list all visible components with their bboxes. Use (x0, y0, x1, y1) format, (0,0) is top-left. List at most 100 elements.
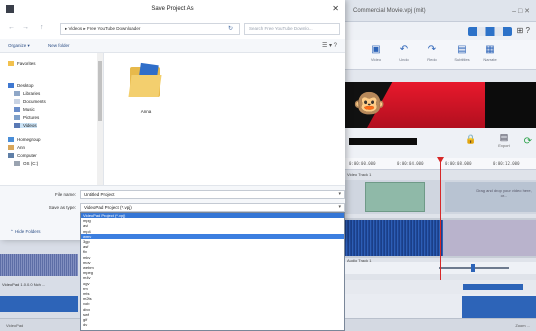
video-track-label: Video Track 1 (347, 172, 372, 177)
lock-icon[interactable]: 🔒 (465, 134, 476, 145)
save-type-select[interactable]: VideoPad Project (*.vpj) ▾ (80, 203, 345, 212)
file-name-label: File name: (54, 192, 76, 197)
dropdown-option[interactable]: dv (81, 322, 344, 327)
toolbar-button-label: Redo (427, 57, 437, 62)
tree-item-label: Homegroup (17, 137, 41, 142)
audio-track-empty-area[interactable] (443, 220, 536, 256)
playback-controls: 🔒 ▤ Export ⟳ (345, 128, 536, 158)
hide-folders-button[interactable]: ⌃ Hide Folders (10, 229, 41, 235)
toolbar-button-redo[interactable]: ↷ Redo (421, 43, 443, 67)
ruler-tick-label: 0:00:04.000 (397, 161, 424, 166)
save-type-value: VideoPad Project (*.vpj) (84, 205, 132, 210)
tree-item-label: Videos (23, 123, 37, 128)
refresh-icon[interactable]: ↻ (228, 25, 233, 32)
timeline-bottom-bar (462, 296, 536, 318)
refresh-icon[interactable]: ⟳ (524, 136, 532, 147)
chevron-down-icon[interactable]: ▾ (338, 191, 341, 197)
toolbar-button-video[interactable]: ▣ Video (365, 43, 387, 67)
drop-hint: Drag and drop your video here, or... (476, 188, 532, 198)
dialog-title: Save Project As (151, 6, 194, 12)
video-icon: ▣ (371, 44, 381, 55)
doc-folder-icon (14, 99, 20, 105)
tree-item[interactable]: Pictures (14, 115, 40, 121)
forward-arrow-icon[interactable]: → (22, 24, 29, 31)
new-folder-button[interactable]: New folder (48, 43, 70, 48)
ruler-tick-label: 0:00:12.000 (493, 161, 520, 166)
tree-item-label: Favorites (17, 61, 36, 66)
toolbar-button-subtitles[interactable]: ▤ Subtitles (451, 43, 473, 67)
tree-item-label: Computer (17, 153, 37, 158)
subtitles-icon: ▤ (457, 44, 467, 55)
preview-scrub-bar[interactable] (349, 138, 417, 145)
tree-item[interactable]: Homegroup (8, 137, 41, 143)
tree-item[interactable]: Desktop (8, 83, 34, 89)
star-folder-icon (8, 61, 14, 67)
editor-toolbar: ▣ Video ↶ Undo ↷ Redo ▤ Subtitles ▦ Narrate (345, 40, 536, 70)
video-clip[interactable] (365, 182, 425, 212)
file-list: Anna (104, 53, 345, 185)
search-input[interactable]: Search Free YouTube Downlo... (244, 23, 340, 35)
audio-waveform-clip[interactable] (345, 220, 443, 256)
tree-item[interactable]: Computer (8, 153, 37, 159)
toolbar-button-narrate[interactable]: ▦ Narrate (479, 43, 501, 67)
monkey-mascot-icon: 🐵 (353, 88, 386, 118)
disk-folder-icon (14, 161, 20, 167)
narrate-icon: ▦ (485, 44, 495, 55)
pic-folder-icon (14, 115, 20, 121)
tree-item[interactable]: Videos (14, 123, 37, 129)
editor-logo (468, 27, 512, 36)
toolbar-button-label: Video (370, 57, 382, 62)
tree-item[interactable]: Documents (14, 99, 46, 105)
up-arrow-icon[interactable]: ↑ (40, 24, 44, 31)
window-controls[interactable]: – □ ✕ (512, 7, 530, 15)
tree-item-label: Ann (17, 145, 26, 150)
status-text: VideoPad (6, 323, 24, 328)
organize-button[interactable]: Organize ▾ (8, 43, 30, 49)
address-bar[interactable]: ▸ Videos ▸ Free YouTube Downloader (60, 23, 240, 35)
tree-item-label: Pictures (23, 115, 40, 120)
tree-item-label: OS (C:) (23, 161, 39, 166)
file-name-field[interactable]: Untitled Project ▾ (80, 190, 345, 199)
timeline-scroll-thumb[interactable] (463, 284, 523, 290)
tree-item[interactable]: OS (C:) (14, 161, 39, 167)
export-button[interactable]: ▤ Export (493, 132, 515, 154)
menu-icons[interactable]: ⊞ ? (517, 26, 530, 35)
tree-item[interactable]: Ann (8, 145, 26, 151)
timeline: Video Track 1 Drag and drop your video h… (345, 157, 536, 280)
ruler-tick-label: 0:00:00.000 (349, 161, 376, 166)
bin-blue-bar (0, 296, 78, 312)
timeline-scrollbar[interactable] (345, 280, 536, 294)
preview-header (345, 70, 536, 82)
user-folder-icon (8, 145, 14, 151)
tree-item-label: Desktop (17, 83, 34, 88)
navigation-pane-scroll-thumb[interactable] (98, 61, 102, 121)
redo-icon: ↷ (427, 44, 437, 55)
tree-item-label: Libraries (23, 91, 41, 96)
zoom-slider-knob[interactable] (471, 264, 475, 272)
comp-folder-icon (8, 153, 14, 159)
toolbar-button-label: Undo (399, 57, 409, 62)
playhead[interactable] (440, 158, 441, 280)
bin-audio-waveform (0, 254, 78, 276)
lib-folder-icon (14, 91, 20, 97)
dialog-navigation-bar: ← → ↑ ▸ Videos ▸ Free YouTube Downloader… (0, 19, 345, 39)
chevron-down-icon[interactable]: ▾ (338, 204, 341, 210)
toolbar-button-undo[interactable]: ↶ Undo (393, 43, 415, 67)
navigation-pane-scrollbar[interactable] (97, 53, 103, 185)
tree-item[interactable]: Libraries (14, 91, 41, 97)
vid-folder-icon (14, 123, 20, 129)
save-project-dialog: Save Project As ✕ ← → ↑ ▸ Videos ▸ Free … (0, 0, 345, 240)
close-icon[interactable]: ✕ (332, 4, 339, 13)
tree-item[interactable]: Music (14, 107, 35, 113)
navigation-pane: Favorites Desktop Libraries Documents Music P… (0, 53, 104, 185)
mus-folder-icon (14, 107, 20, 113)
export-label: Export (498, 143, 510, 148)
back-arrow-icon[interactable]: ← (8, 24, 15, 31)
toolbar-button-label: Subtitles (454, 57, 470, 62)
tree-item-label: Documents (23, 99, 46, 104)
view-options-icon[interactable]: ☰ ▾ ? (322, 42, 337, 49)
desk-folder-icon (8, 83, 14, 89)
folder-name[interactable]: Anna (130, 109, 162, 114)
folder-icon[interactable] (128, 62, 162, 103)
tree-item[interactable]: Favorites (8, 61, 36, 67)
